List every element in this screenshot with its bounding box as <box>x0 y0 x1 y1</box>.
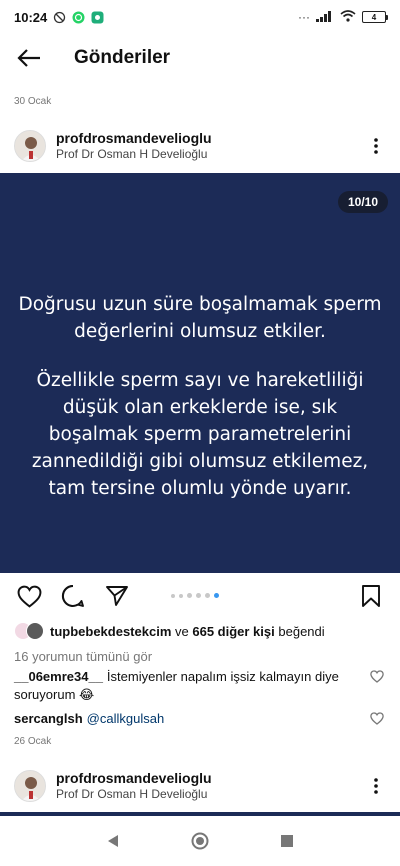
heart-icon <box>370 670 384 683</box>
dots-icon: ··· <box>298 10 310 24</box>
other-likers[interactable]: 665 diğer kişi <box>192 624 274 639</box>
app-notification-icon <box>91 11 104 24</box>
author-block: profdrosmandevelioglu Prof Dr Osman H De… <box>56 130 212 162</box>
system-nav-bar <box>0 816 400 866</box>
author-username[interactable]: profdrosmandevelioglu <box>56 770 212 786</box>
comment-username[interactable]: __06emre34__ <box>14 669 103 684</box>
more-options-button[interactable] <box>368 776 384 796</box>
likes-suffix: beğendi <box>278 623 325 639</box>
avatar[interactable] <box>14 770 46 802</box>
first-liker[interactable]: tupbebekdestekcim <box>50 624 171 639</box>
save-button[interactable] <box>358 583 384 609</box>
bookmark-icon <box>362 585 380 607</box>
status-left: 10:24 <box>14 10 104 25</box>
send-icon <box>106 586 128 606</box>
post-image[interactable]: 10/10 Doğrusu uzun süre boşalmamak sperm… <box>0 173 400 573</box>
carousel-dot <box>214 593 219 598</box>
comment-1: __06emre34__ İstemiyenler napalım işsiz k… <box>14 668 364 704</box>
avatar[interactable] <box>14 130 46 162</box>
author-fullname: Prof Dr Osman H Develioğlu <box>56 787 208 801</box>
author-block: profdrosmandevelioglu Prof Dr Osman H De… <box>56 770 212 802</box>
likers-avatars <box>14 622 44 640</box>
status-bar: 10:24 ··· 4 <box>0 0 400 34</box>
comment-button[interactable] <box>60 583 86 609</box>
back-button[interactable] <box>14 43 44 73</box>
carousel-dot <box>179 593 183 598</box>
comment-username[interactable]: sercanglsh <box>14 711 83 726</box>
likes-connector: ve <box>175 623 189 639</box>
next-post-header: profdrosmandevelioglu Prof Dr Osman H De… <box>0 764 400 808</box>
more-vertical-icon <box>374 778 378 794</box>
page-title: Gönderiler <box>74 47 171 68</box>
liker-avatar <box>26 622 44 640</box>
heart-icon <box>17 585 41 608</box>
more-vertical-icon <box>374 138 378 154</box>
post-text-paragraph-1: Doğrusu uzun süre boşalmamak sperm değer… <box>18 294 382 342</box>
action-bar <box>0 580 400 614</box>
comment-2-like-button[interactable] <box>370 712 384 726</box>
author-fullname: Prof Dr Osman H Develioğlu <box>56 147 208 161</box>
header: Gönderiler <box>0 38 400 78</box>
post-image-text: Doğrusu uzun süre boşalmamak sperm değer… <box>16 291 384 502</box>
wifi-icon <box>340 9 356 25</box>
previous-post-caption-remnant <box>0 78 400 90</box>
status-right: ··· 4 <box>298 9 388 25</box>
carousel-dot <box>196 593 201 598</box>
triangle-back-icon <box>108 835 119 847</box>
nav-recents-button[interactable] <box>272 826 302 856</box>
heart-icon <box>370 712 384 725</box>
carousel-dot <box>171 593 175 598</box>
like-button[interactable] <box>16 583 42 609</box>
share-button[interactable] <box>104 583 130 609</box>
previous-post-date: 30 Ocak <box>14 96 52 107</box>
carousel-dot <box>205 593 210 598</box>
battery-icon: 4 <box>362 11 388 23</box>
comment-mention[interactable]: @callkgulsah <box>87 711 165 726</box>
comment-icon <box>61 585 84 607</box>
signal-icon <box>316 10 334 25</box>
likes-summary[interactable]: tupbebekdestekcim ve 665 diğer kişi beğe… <box>14 622 325 640</box>
circle-home-icon <box>191 832 209 850</box>
post-text-paragraph-2: Özellikle sperm sayı ve hareketliliği dü… <box>31 370 369 499</box>
post-header: profdrosmandevelioglu Prof Dr Osman H De… <box>0 124 400 168</box>
nav-home-button[interactable] <box>185 826 215 856</box>
comment-1-like-button[interactable] <box>370 670 384 684</box>
nav-back-button[interactable] <box>98 826 128 856</box>
author-username[interactable]: profdrosmandevelioglu <box>56 130 212 146</box>
status-time: 10:24 <box>14 9 48 25</box>
page-counter: 10/10 <box>337 191 388 213</box>
post-date: 26 Ocak <box>14 736 52 747</box>
carousel-dot <box>187 593 192 598</box>
view-all-comments-link[interactable]: 16 yorumun tümünü gör <box>14 649 152 664</box>
square-recents-icon <box>280 835 293 847</box>
do-not-disturb-icon <box>53 11 66 24</box>
more-options-button[interactable] <box>368 136 384 156</box>
whatsapp-icon <box>72 11 85 24</box>
arrow-left-icon <box>17 49 40 67</box>
comment-2: sercanglsh @callkgulsah <box>14 710 364 728</box>
carousel-dots <box>171 593 219 598</box>
